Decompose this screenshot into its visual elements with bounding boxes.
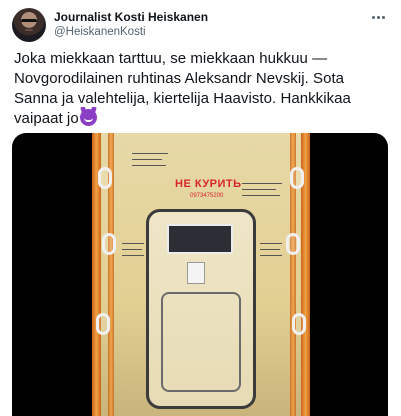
notice-line <box>242 195 280 196</box>
notice-line <box>260 249 280 250</box>
notice-line <box>260 243 282 244</box>
sign-phone-number: 0973475200 <box>190 193 224 199</box>
strap-handle <box>290 167 304 189</box>
notice-line <box>132 165 166 166</box>
tweet-text: Joka miekkaan tarttuu, se miekkaan hukku… <box>14 49 390 129</box>
tweet-body: Joka miekkaan tarttuu, se miekkaan hukku… <box>14 50 351 127</box>
no-smoking-sign: НЕ КУРИТЬ <box>175 178 242 190</box>
notice-line <box>122 243 144 244</box>
strap-handle <box>98 167 112 189</box>
strap-handle <box>96 313 110 335</box>
notice-line <box>260 255 282 256</box>
video-frame[interactable]: НЕ КУРИТЬ 0973475200 <box>92 133 310 416</box>
door-panel <box>161 292 241 392</box>
notice-line <box>242 183 282 184</box>
door-display <box>167 224 233 254</box>
notice-line <box>242 189 276 190</box>
author-name[interactable]: Journalist Kosti Heiskanen <box>54 10 208 24</box>
more-dot <box>371 15 375 19</box>
more-options-icon[interactable] <box>367 9 389 25</box>
strap-handle <box>102 233 116 255</box>
notice-line <box>122 255 144 256</box>
notice-line <box>132 159 162 160</box>
smiling-imp-emoji-icon <box>79 109 97 126</box>
tweet-video[interactable]: НЕ КУРИТЬ 0973475200 <box>12 133 388 416</box>
notice-line <box>122 249 142 250</box>
door-sticker <box>187 262 205 284</box>
avatar-mouth <box>25 29 33 31</box>
avatar[interactable] <box>12 8 46 42</box>
cabin-door <box>146 209 256 409</box>
avatar-glasses <box>21 19 37 23</box>
notice-line <box>132 153 168 154</box>
tweet-header: Journalist Kosti Heiskanen @HeiskanenKos… <box>0 0 401 48</box>
more-dot <box>381 15 385 19</box>
strap-handle <box>292 313 306 335</box>
strap-handle <box>286 233 300 255</box>
author-handle[interactable]: @HeiskanenKosti <box>54 26 146 38</box>
more-dot <box>376 15 380 19</box>
